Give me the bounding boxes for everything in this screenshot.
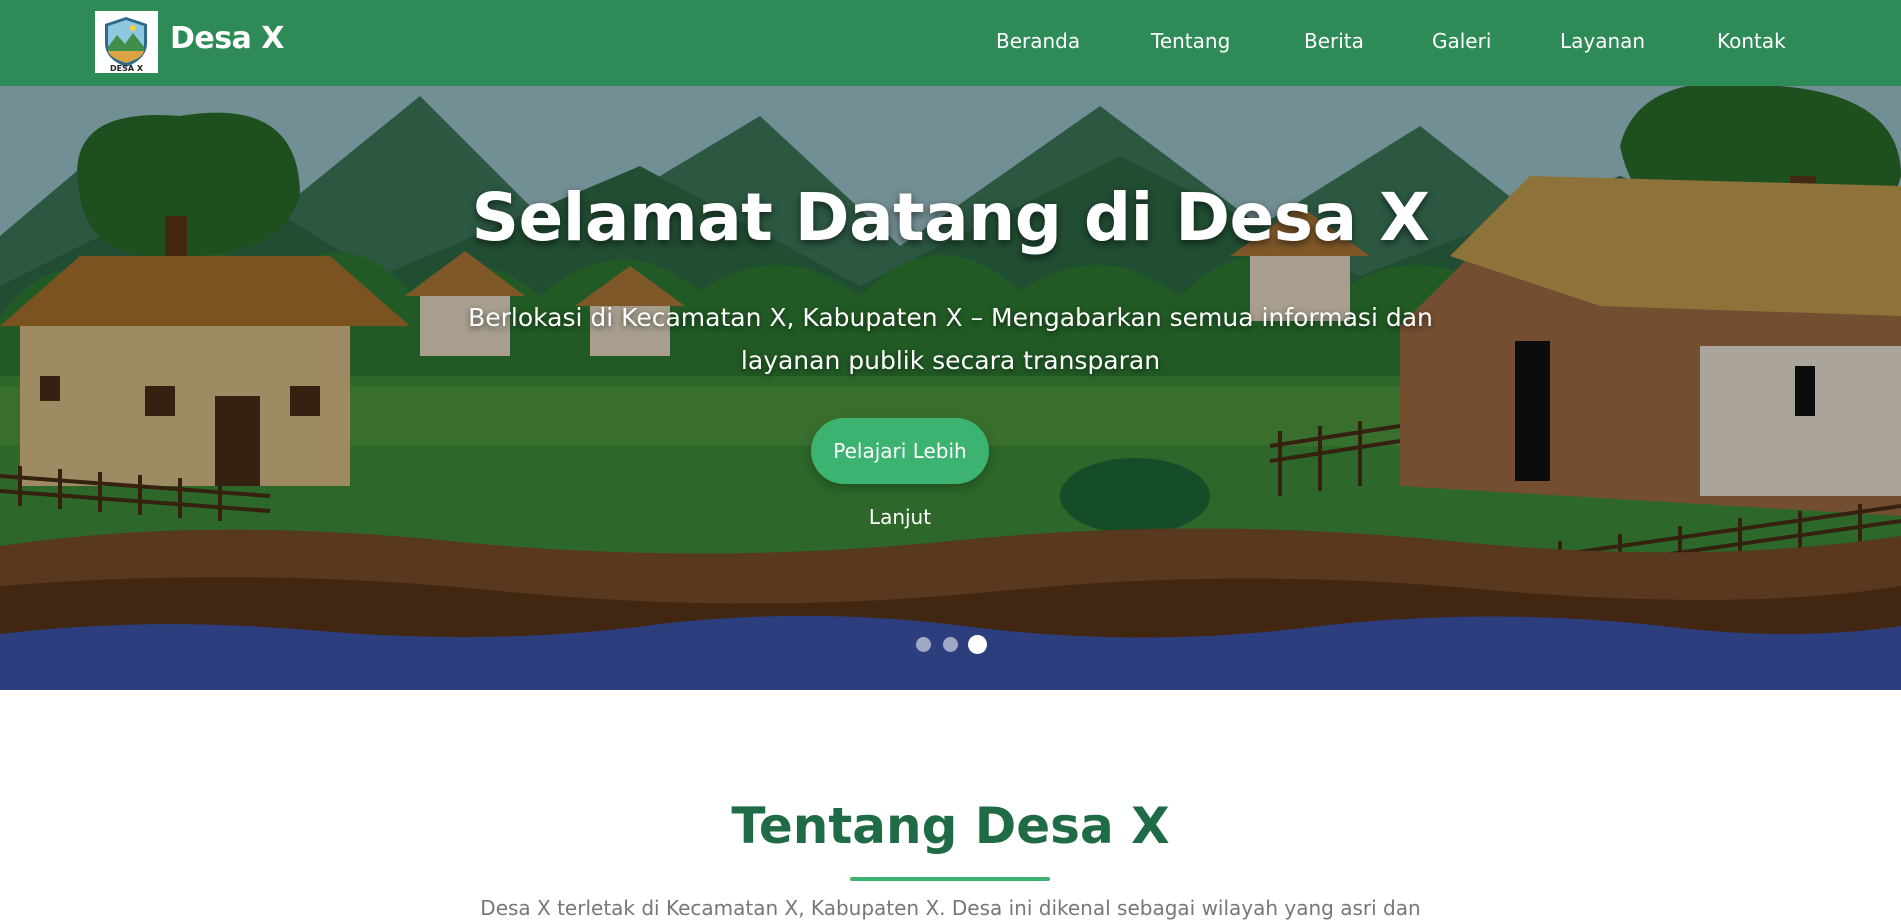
top-navbar: DESA X Desa X Beranda Tentang Berita Gal…	[0, 0, 1901, 86]
site-brand[interactable]: Desa X	[170, 21, 284, 56]
carousel-dot-1[interactable]	[916, 637, 931, 652]
hero-subtitle: Berlokasi di Kecamatan X, Kabupaten X – …	[468, 303, 1433, 375]
hero-title: Selamat Datang di Desa X	[471, 179, 1431, 256]
nav-link-galeri[interactable]: Galeri	[1432, 29, 1491, 53]
hero-carousel: Selamat Datang di Desa X Berlokasi di Ke…	[0, 86, 1901, 690]
svg-text:DESA X: DESA X	[110, 64, 144, 73]
village-logo[interactable]: DESA X	[95, 11, 158, 73]
nav-link-kontak[interactable]: Kontak	[1717, 29, 1786, 53]
about-section-title: Tentang Desa X	[731, 797, 1170, 855]
carousel-dot-3[interactable]	[968, 635, 987, 654]
nav-link-beranda[interactable]: Beranda	[996, 29, 1080, 53]
about-intro-text: Desa X terletak di Kecamatan X, Kabupate…	[480, 896, 1421, 920]
hero-dark-overlay	[0, 86, 1901, 690]
nav-link-tentang[interactable]: Tentang	[1151, 29, 1230, 53]
carousel-dot-2[interactable]	[943, 637, 958, 652]
nav-link-berita[interactable]: Berita	[1304, 29, 1364, 53]
nav-link-layanan[interactable]: Layanan	[1560, 29, 1645, 53]
learn-more-button[interactable]: Pelajari Lebih Lanjut	[811, 418, 989, 529]
about-title-underline	[850, 877, 1050, 881]
